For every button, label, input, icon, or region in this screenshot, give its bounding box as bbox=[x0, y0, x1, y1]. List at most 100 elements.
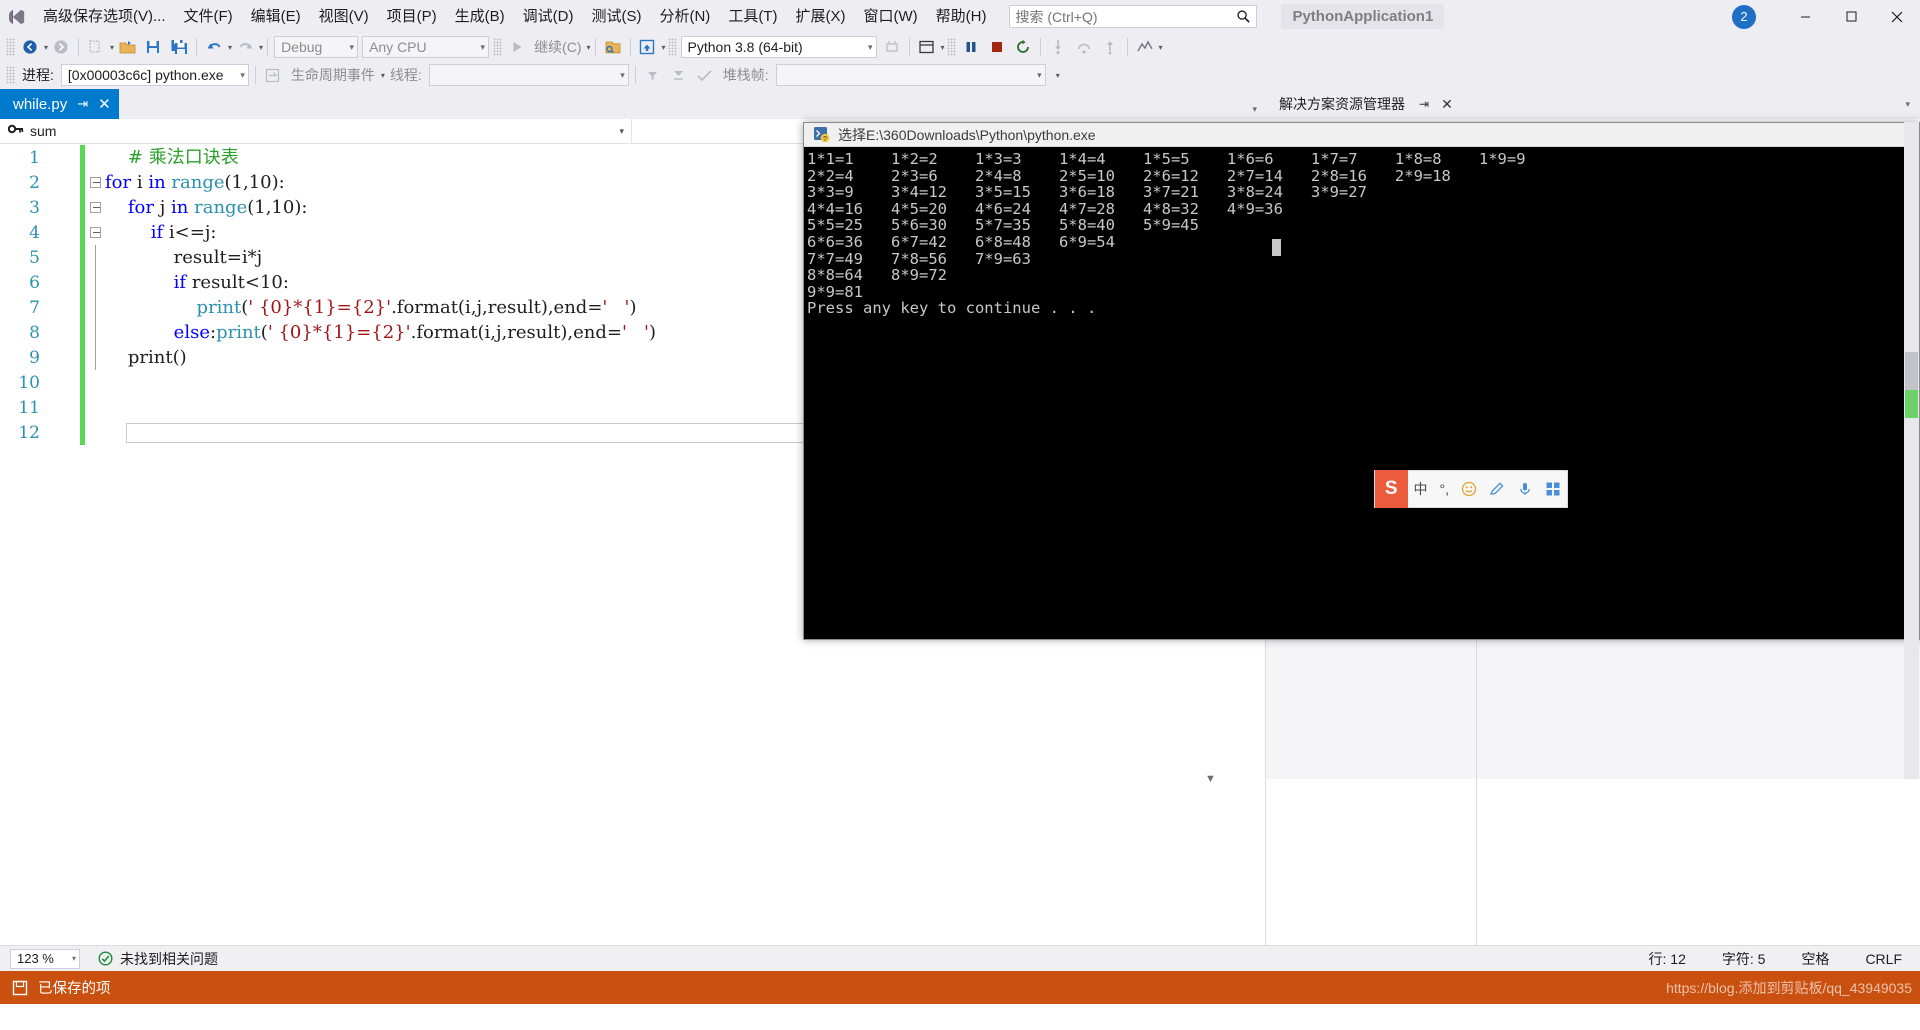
toolbar-separator bbox=[629, 38, 631, 56]
menu-item-file[interactable]: 文件(F) bbox=[175, 4, 242, 30]
minimize-button[interactable] bbox=[1782, 0, 1828, 33]
continue-button-label[interactable]: 继续(C) bbox=[530, 37, 585, 57]
search-box[interactable] bbox=[1009, 5, 1258, 28]
new-project-dropdown-icon[interactable]: ▾ bbox=[110, 43, 114, 52]
undo-icon[interactable] bbox=[202, 36, 226, 58]
console-output[interactable]: 1*1=1 1*2=2 1*3=3 1*4=4 1*5=5 1*6=6 1*7=… bbox=[804, 147, 1919, 639]
diagnostics-icon[interactable] bbox=[1133, 36, 1157, 58]
navbar-type-combo[interactable]: sum ▾ bbox=[0, 118, 632, 144]
menu-item-edit[interactable]: 编辑(E) bbox=[242, 4, 310, 30]
toolbar-grip[interactable] bbox=[493, 38, 503, 56]
navigate-back-dropdown-icon[interactable]: ▾ bbox=[44, 43, 48, 52]
menu-item-view[interactable]: 视图(V) bbox=[310, 4, 378, 30]
restart-icon[interactable] bbox=[1011, 36, 1035, 58]
navigate-back-button[interactable] bbox=[18, 36, 42, 58]
menu-item-advanced-save[interactable]: 高级保存选项(V)... bbox=[34, 4, 175, 30]
status-bar-right: 行: 12 字符: 5 空格 CRLF bbox=[1631, 949, 1920, 969]
maximize-button[interactable] bbox=[1828, 0, 1874, 33]
editor-vertical-scrollbar[interactable] bbox=[1904, 122, 1919, 779]
chevron-down-icon[interactable]: ▾ bbox=[619, 126, 624, 137]
toolbar-grip[interactable] bbox=[946, 38, 956, 56]
zoom-level-combo[interactable]: 123 % ▾ bbox=[10, 948, 80, 969]
menu-item-window[interactable]: 窗口(W) bbox=[854, 4, 926, 30]
step-over-icon[interactable] bbox=[1072, 36, 1096, 58]
build-configuration-combo[interactable]: Debug ▾ bbox=[274, 36, 359, 58]
undo-dropdown-icon[interactable]: ▾ bbox=[228, 43, 232, 52]
ime-mic-icon[interactable] bbox=[1511, 481, 1539, 497]
line-number: 1 bbox=[29, 147, 40, 168]
fold-guide bbox=[85, 270, 105, 295]
pin-icon[interactable]: ⇥ bbox=[77, 96, 88, 112]
ime-mode-chinese[interactable]: 中 bbox=[1408, 479, 1434, 499]
new-project-icon[interactable] bbox=[84, 36, 108, 58]
toolbar-grip[interactable] bbox=[667, 38, 677, 56]
status-issue-indicator[interactable]: 未找到相关问题 bbox=[98, 949, 218, 969]
menu-item-tools[interactable]: 工具(T) bbox=[719, 4, 786, 30]
lifecycle-events-icon[interactable] bbox=[261, 64, 285, 86]
step-into-icon[interactable] bbox=[1046, 36, 1070, 58]
pause-icon[interactable] bbox=[959, 36, 983, 58]
console-line: 3*3=9 3*4=12 3*5=15 3*6=18 3*7=21 3*8=24… bbox=[807, 183, 1367, 202]
search-input[interactable] bbox=[1015, 8, 1231, 25]
tabstrip-overflow-icon[interactable]: ▾ bbox=[1252, 104, 1257, 115]
layout-dropdown-icon[interactable]: ▾ bbox=[941, 43, 945, 52]
fold-collapse-icon[interactable] bbox=[85, 227, 105, 238]
lifecycle-events-label[interactable]: 生命周期事件 bbox=[286, 65, 380, 85]
menu-item-project[interactable]: 项目(P) bbox=[378, 4, 446, 30]
navigate-forward-button[interactable] bbox=[49, 36, 73, 58]
attach-debugger-icon[interactable] bbox=[880, 36, 904, 58]
console-window[interactable]: ? 选择E:\360Downloads\Python\python.exe 1*… bbox=[803, 122, 1920, 640]
diagnostics-dropdown-icon[interactable]: ▾ bbox=[1159, 43, 1163, 52]
step-filter-toggle-icon[interactable] bbox=[693, 64, 717, 86]
save-icon[interactable] bbox=[141, 36, 165, 58]
layout-windows-icon[interactable] bbox=[915, 36, 939, 58]
process-combo[interactable]: [0x00003c6c] python.exe ▾ bbox=[60, 64, 249, 86]
menu-item-help[interactable]: 帮助(H) bbox=[927, 4, 996, 30]
toolbar-overflow-icon[interactable]: ▾ bbox=[1056, 71, 1060, 80]
continue-play-icon[interactable] bbox=[505, 36, 529, 58]
saved-items-label[interactable]: 已保存的项 bbox=[38, 977, 111, 998]
pin-icon[interactable]: ⇥ bbox=[1419, 97, 1429, 111]
solution-explorer-overflow-icon[interactable]: ▾ bbox=[1905, 99, 1910, 110]
close-icon[interactable]: ✕ bbox=[98, 95, 111, 113]
continue-dropdown-icon[interactable]: ▾ bbox=[587, 43, 591, 52]
menu-item-analyze[interactable]: 分析(N) bbox=[650, 4, 719, 30]
step-out-icon[interactable] bbox=[1098, 36, 1122, 58]
menu-item-debug[interactable]: 调试(D) bbox=[514, 4, 583, 30]
step-filter-collapse-icon[interactable] bbox=[667, 64, 691, 86]
menu-item-build[interactable]: 生成(B) bbox=[446, 4, 514, 30]
step-filter-down-icon[interactable] bbox=[641, 64, 665, 86]
menu-item-test[interactable]: 测试(S) bbox=[582, 4, 650, 30]
notification-badge[interactable]: 2 bbox=[1732, 4, 1756, 29]
sogou-logo-icon[interactable]: S bbox=[1375, 470, 1408, 508]
editor-scroll-down-icon[interactable]: ▼ bbox=[1205, 773, 1216, 785]
close-button[interactable] bbox=[1874, 0, 1920, 33]
redo-icon[interactable] bbox=[233, 36, 257, 58]
python-env-dropdown-icon[interactable]: ▾ bbox=[662, 43, 666, 52]
fold-collapse-icon[interactable] bbox=[85, 202, 105, 213]
stackframe-combo[interactable]: ▾ bbox=[775, 64, 1046, 86]
interpreter-combo[interactable]: Python 3.8 (64-bit) ▾ bbox=[680, 36, 877, 58]
redo-dropdown-icon[interactable]: ▾ bbox=[259, 43, 263, 52]
ime-emoji-icon[interactable] bbox=[1455, 481, 1483, 497]
menu-item-extensions[interactable]: 扩展(X) bbox=[786, 4, 854, 30]
attach-to-process-icon[interactable] bbox=[601, 36, 625, 58]
open-file-icon[interactable] bbox=[115, 36, 139, 58]
toolbar-grip[interactable] bbox=[6, 38, 15, 56]
close-icon[interactable]: ✕ bbox=[1441, 96, 1453, 113]
tab-solution-explorer[interactable]: 解决方案资源管理器 ⇥ ✕ bbox=[1265, 88, 1459, 120]
python-environments-icon[interactable] bbox=[636, 36, 660, 58]
ime-toolbar[interactable]: S 中 °, bbox=[1374, 470, 1568, 508]
ime-toolbox-icon[interactable] bbox=[1539, 481, 1567, 497]
fold-collapse-icon[interactable] bbox=[85, 177, 105, 188]
save-all-icon[interactable] bbox=[167, 36, 191, 58]
ime-pen-icon[interactable] bbox=[1483, 481, 1511, 497]
ime-punctuation-icon[interactable]: °, bbox=[1434, 481, 1456, 497]
stop-icon[interactable] bbox=[985, 36, 1009, 58]
thread-combo[interactable]: ▾ bbox=[428, 64, 629, 86]
tab-while-py[interactable]: while.py ⇥ ✕ bbox=[0, 89, 119, 119]
console-titlebar[interactable]: ? 选择E:\360Downloads\Python\python.exe bbox=[804, 123, 1919, 147]
fold-guide bbox=[85, 320, 105, 345]
platform-combo[interactable]: Any CPU ▾ bbox=[362, 36, 490, 58]
toolbar-grip[interactable] bbox=[6, 66, 15, 84]
